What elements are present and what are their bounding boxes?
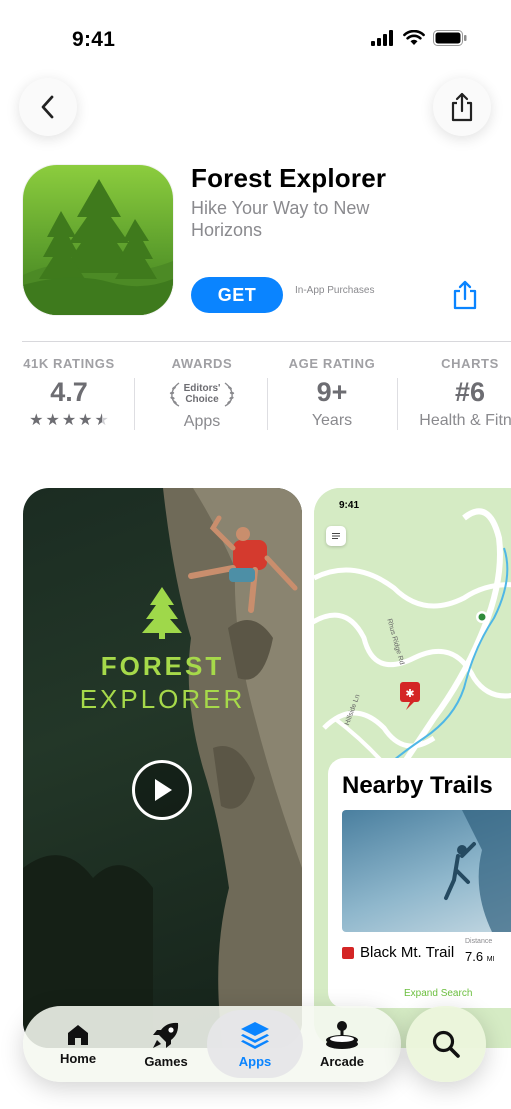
brand-line-2: EXPLORER <box>79 684 246 714</box>
list-button <box>326 526 346 546</box>
age-rating-summary[interactable]: AGE RATING 9+ Years <box>272 356 392 456</box>
svg-text:✱: ✱ <box>405 687 414 700</box>
joystick-icon <box>326 1020 358 1049</box>
age-rating-sub: Years <box>311 412 353 429</box>
app-subtitle: Hike Your Way to New Horizons <box>191 198 370 240</box>
preview-video[interactable]: FOREST EXPLORER <box>23 488 302 1048</box>
chevron-left-icon <box>41 95 54 119</box>
award-line-2: Choice <box>185 394 219 405</box>
ratings-count: 41K RATINGS <box>23 356 115 371</box>
awards-summary[interactable]: AWARDS Editors' Choice Apps <box>141 356 263 456</box>
play-icon <box>155 779 172 801</box>
brand-line-1: FOREST <box>100 651 225 681</box>
ratings-summary[interactable]: 41K RATINGS 4.7 ★ ★ ★ ★ ★ <box>8 356 130 456</box>
star-icon: ★ <box>45 412 60 429</box>
share-icon <box>451 92 473 122</box>
star-icon: ★ <box>61 412 77 429</box>
laurel-right-icon <box>224 382 235 407</box>
tab-games[interactable]: Games <box>126 1006 206 1082</box>
tab-label: Games <box>144 1053 188 1069</box>
half-star-icon: ★ <box>94 412 109 429</box>
list-icon <box>332 533 340 539</box>
status-time: 9:41 <box>72 28 116 51</box>
search-tab-button[interactable] <box>406 1006 486 1082</box>
tab-label: Arcade <box>319 1053 365 1069</box>
share-icon <box>453 280 477 310</box>
app-title: Forest Explorer <box>191 163 387 193</box>
nearby-trails-card: Nearby Trails Black Mt. Trail Distance 7… <box>328 758 511 1008</box>
charts-summary[interactable]: CHARTS #6 Health & Fitne <box>404 356 511 456</box>
charts-head: CHARTS <box>441 356 499 371</box>
tab-label: Apps <box>238 1053 272 1069</box>
distance-label: Distance <box>465 938 493 945</box>
separator <box>397 378 398 430</box>
tab-home[interactable]: Home <box>38 1006 118 1082</box>
trail-row: Black Mt. Trail <box>342 944 454 961</box>
rating-value: 4.7 <box>50 377 88 407</box>
tab-bar: Home Games Apps Arcade <box>23 1006 401 1082</box>
tab-label: Home <box>59 1050 97 1066</box>
status-bar: 9:41 <box>0 0 511 80</box>
cellular-signal-icon <box>371 30 393 46</box>
pine-trees-icon <box>23 179 173 315</box>
distance-value: 7.6 MI <box>465 949 495 964</box>
divider <box>22 341 511 342</box>
rocket-icon <box>153 1022 179 1048</box>
age-rating-value: 9+ <box>316 377 348 407</box>
climber-silhouette <box>444 810 511 932</box>
share-button[interactable] <box>433 78 491 136</box>
get-button[interactable]: GET <box>191 277 283 313</box>
layers-icon <box>241 1021 269 1049</box>
hiker-badge-icon <box>342 946 354 959</box>
trail-name: Black Mt. Trail <box>360 944 455 961</box>
awards-sub: Apps <box>183 413 221 430</box>
award-line-1: Editors' <box>183 383 221 394</box>
preview-screenshot-map[interactable]: ✱ Rhus Ridge Rd Hillside Ln 9:41 Nearby … <box>314 488 511 1048</box>
star-icon: ★ <box>29 412 44 429</box>
tab-arcade[interactable]: Arcade <box>302 1006 382 1082</box>
battery-icon <box>433 30 467 46</box>
separator <box>267 378 268 430</box>
share-app-button[interactable] <box>451 279 479 316</box>
charts-category: Health & Fitne <box>419 412 511 429</box>
tab-apps[interactable]: Apps <box>207 1010 303 1078</box>
star-rating: ★ ★ ★ ★ ★ <box>8 412 130 430</box>
app-icon <box>23 165 173 315</box>
in-app-purchases-note: In-App Purchases <box>295 285 375 296</box>
card-title: Nearby Trails <box>342 772 493 799</box>
laurel-left-icon <box>169 382 180 407</box>
awards-head: AWARDS <box>171 356 233 371</box>
play-button[interactable] <box>132 760 192 820</box>
house-icon <box>68 1024 88 1045</box>
status-time: 9:41 <box>339 500 360 511</box>
wifi-icon <box>403 30 425 45</box>
separator <box>134 378 135 430</box>
search-icon <box>432 1030 460 1058</box>
charts-rank: #6 <box>454 377 486 407</box>
editors-choice-badge: Editors' Choice <box>141 379 263 409</box>
pine-tree-icon <box>142 587 182 639</box>
star-icon: ★ <box>78 412 93 429</box>
trail-photo <box>342 810 511 932</box>
age-rating-head: AGE RATING <box>288 356 376 371</box>
back-button[interactable] <box>19 78 77 136</box>
expand-search-link: Expand Search <box>404 988 473 999</box>
status-icons <box>371 30 467 46</box>
